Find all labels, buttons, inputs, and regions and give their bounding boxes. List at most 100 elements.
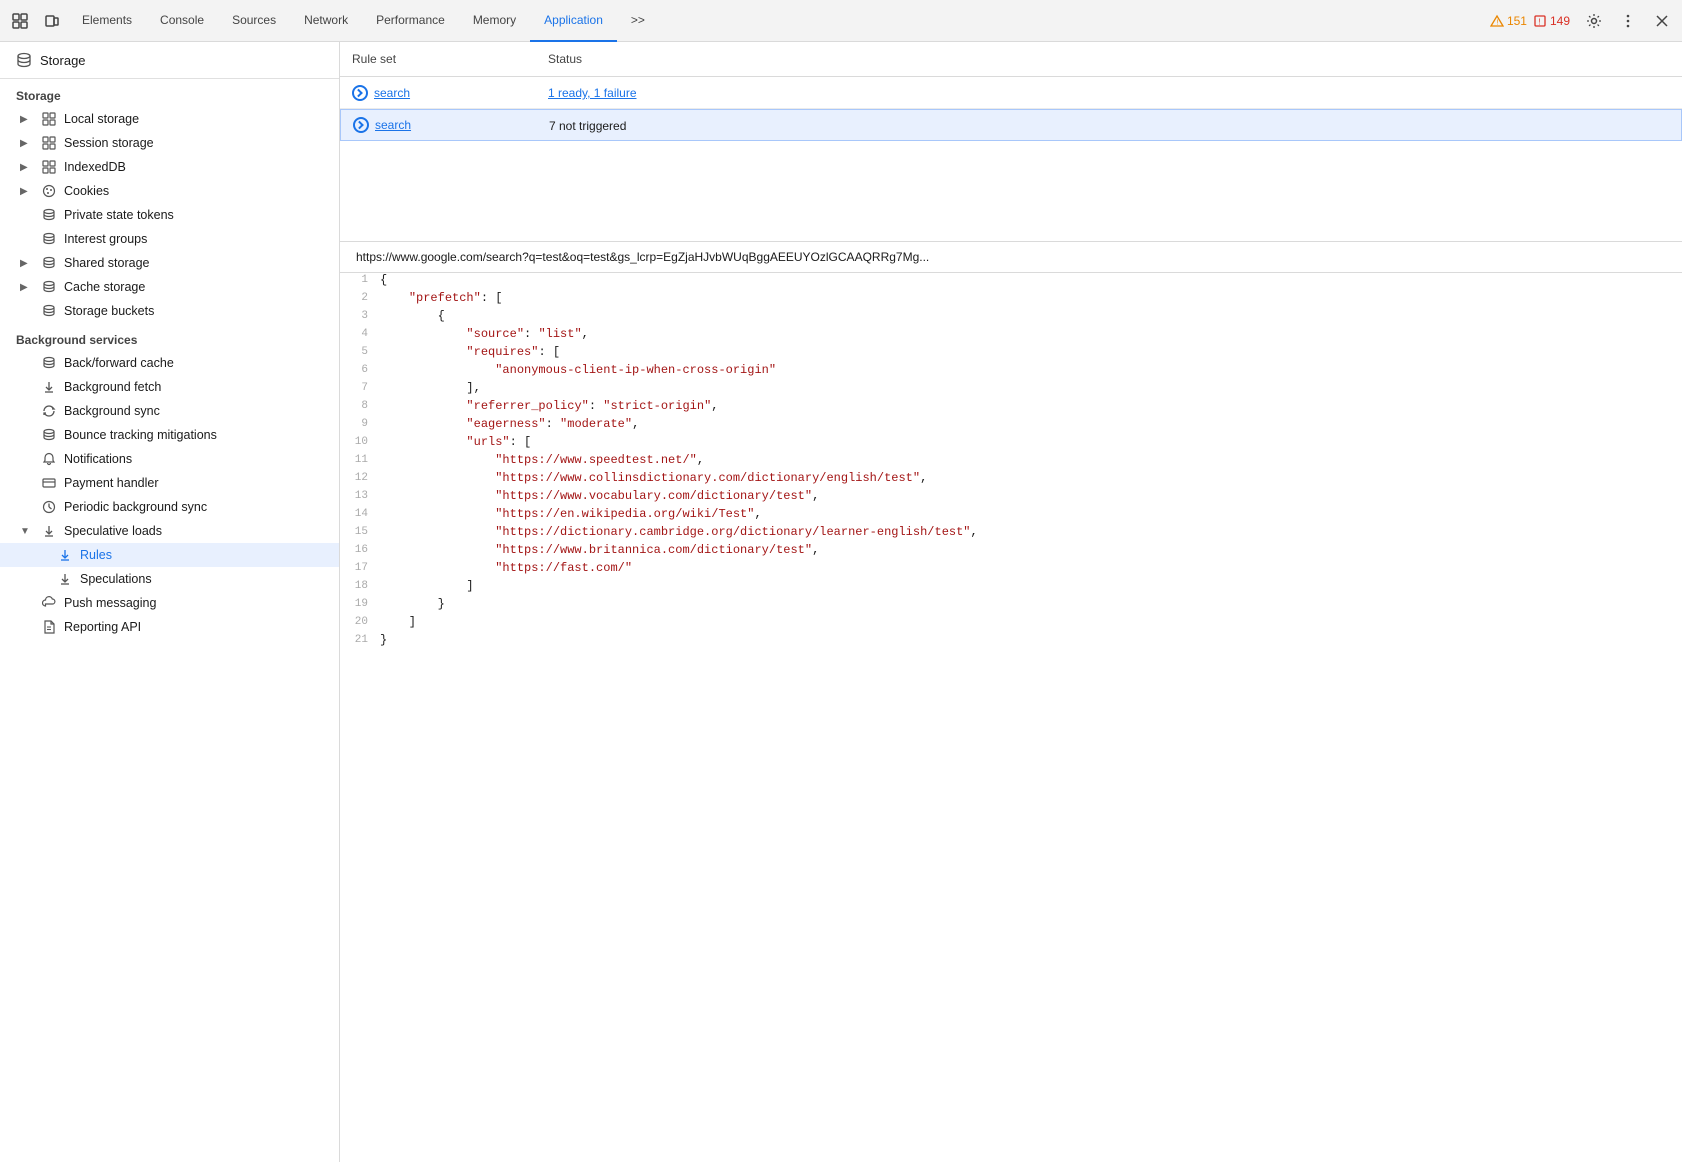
more-options-icon[interactable] <box>1612 5 1644 37</box>
sidebar-item-cache-storage[interactable]: ▶ Cache storage <box>0 275 339 299</box>
db-icon-8 <box>42 428 56 442</box>
code-line-21: 21 } <box>340 633 1682 651</box>
line-num-17: 17 <box>340 561 380 574</box>
sidebar-item-local-storage[interactable]: ▶ Local storage <box>0 107 339 131</box>
line-content-13: "https://www.vocabulary.com/dictionary/t… <box>380 489 1682 503</box>
sidebar-item-storage-buckets[interactable]: ▶ Storage buckets <box>0 299 339 323</box>
code-line-12: 12 "https://www.collinsdictionary.com/di… <box>340 471 1682 489</box>
line-content-8: "referrer_policy": "strict-origin", <box>380 399 1682 413</box>
line-num-16: 16 <box>340 543 380 556</box>
sidebar-item-indexeddb[interactable]: ▶ IndexedDB <box>0 155 339 179</box>
line-content-21: } <box>380 633 1682 647</box>
line-num-8: 8 <box>340 399 380 412</box>
sidebar-item-shared-storage[interactable]: ▶ Shared storage <box>0 251 339 275</box>
sidebar-item-back-forward-cache[interactable]: ▶ Back/forward cache <box>0 351 339 375</box>
row2-status-cell: 7 not triggered <box>541 114 1681 137</box>
row2-status-text: 7 not triggered <box>549 119 626 133</box>
sidebar-item-speculative-loads[interactable]: ▼ Speculative loads <box>0 519 339 543</box>
indexeddb-label: IndexedDB <box>64 160 126 174</box>
db-icon-5 <box>42 280 56 294</box>
line-content-14: "https://en.wikipedia.org/wiki/Test", <box>380 507 1682 521</box>
line-num-18: 18 <box>340 579 380 592</box>
warning-badge[interactable]: ! 151 <box>1490 14 1527 28</box>
tab-bar: Elements Console Sources Network Perform… <box>0 0 1682 42</box>
line-num-10: 10 <box>340 435 380 448</box>
row1-ruleset-cell: search <box>340 81 540 105</box>
sidebar-item-interest-groups[interactable]: ▶ Interest groups <box>0 227 339 251</box>
code-line-13: 13 "https://www.vocabulary.com/dictionar… <box>340 489 1682 507</box>
sidebar-item-session-storage[interactable]: ▶ Session storage <box>0 131 339 155</box>
sidebar-item-speculations[interactable]: ▶ Speculations <box>0 567 339 591</box>
code-line-6: 6 "anonymous-client-ip-when-cross-origin… <box>340 363 1682 381</box>
arrow-down-icon <box>42 380 56 394</box>
line-num-11: 11 <box>340 453 380 466</box>
sidebar-item-push-messaging[interactable]: ▶ Push messaging <box>0 591 339 615</box>
storage-section-label: Storage <box>0 79 339 107</box>
tab-network[interactable]: Network <box>290 0 362 42</box>
rules-label: Rules <box>80 548 112 562</box>
tab-performance[interactable]: Performance <box>362 0 459 42</box>
table-row[interactable]: search 1 ready, 1 failure <box>340 77 1682 109</box>
row2-ruleset-link[interactable]: search <box>375 118 411 132</box>
sidebar-item-periodic-bg-sync[interactable]: ▶ Periodic background sync <box>0 495 339 519</box>
line-content-5: "requires": [ <box>380 345 1682 359</box>
speculation-row2-icon <box>353 117 369 133</box>
code-panel: 1 { 2 "prefetch": [ 3 { 4 "source": "lis… <box>340 273 1682 1162</box>
sidebar-item-background-sync[interactable]: ▶ Background sync <box>0 399 339 423</box>
tab-elements[interactable]: Elements <box>68 0 146 42</box>
sidebar-storage-header: Storage <box>0 42 339 79</box>
code-line-20: 20 ] <box>340 615 1682 633</box>
periodic-bg-sync-label: Periodic background sync <box>64 500 207 514</box>
expand-arrow-indexeddb: ▶ <box>20 162 34 173</box>
back-forward-cache-label: Back/forward cache <box>64 356 174 370</box>
storage-buckets-label: Storage buckets <box>64 304 154 318</box>
storage-header-label: Storage <box>40 53 86 68</box>
code-line-9: 9 "eagerness": "moderate", <box>340 417 1682 435</box>
line-num-2: 2 <box>340 291 380 304</box>
line-num-20: 20 <box>340 615 380 628</box>
sidebar-item-notifications[interactable]: ▶ Notifications <box>0 447 339 471</box>
row1-ruleset-link[interactable]: search <box>374 86 410 100</box>
row1-status-text[interactable]: 1 ready, 1 failure <box>548 86 637 100</box>
db-icon-2 <box>42 208 56 222</box>
settings-icon[interactable] <box>1578 5 1610 37</box>
sidebar-item-background-fetch[interactable]: ▶ Background fetch <box>0 375 339 399</box>
session-storage-label: Session storage <box>64 136 154 150</box>
line-num-13: 13 <box>340 489 380 502</box>
device-toggle-icon[interactable] <box>36 5 68 37</box>
bg-section-label: Background services <box>0 323 339 351</box>
notifications-label: Notifications <box>64 452 132 466</box>
sidebar-item-bounce-tracking[interactable]: ▶ Bounce tracking mitigations <box>0 423 339 447</box>
right-icons <box>1578 5 1678 37</box>
line-num-4: 4 <box>340 327 380 340</box>
error-badge[interactable]: ! 149 <box>1533 14 1570 28</box>
tab-console[interactable]: Console <box>146 0 218 42</box>
clock-icon <box>42 500 56 514</box>
sidebar-item-reporting-api[interactable]: ▶ Reporting API <box>0 615 339 639</box>
sidebar-item-payment-handler[interactable]: ▶ Payment handler <box>0 471 339 495</box>
inspect-icon[interactable] <box>4 5 36 37</box>
code-line-5: 5 "requires": [ <box>340 345 1682 363</box>
db-icon-6 <box>42 304 56 318</box>
line-num-7: 7 <box>340 381 380 394</box>
line-content-19: } <box>380 597 1682 611</box>
close-icon[interactable] <box>1646 5 1678 37</box>
main-layout: Storage Storage ▶ Local storage ▶ <box>0 42 1682 1162</box>
sidebar-item-cookies[interactable]: ▶ Cookies <box>0 179 339 203</box>
tab-memory[interactable]: Memory <box>459 0 530 42</box>
table-row[interactable]: search 7 not triggered <box>340 109 1682 141</box>
line-num-6: 6 <box>340 363 380 376</box>
sidebar-item-private-state-tokens[interactable]: ▶ Private state tokens <box>0 203 339 227</box>
push-messaging-label: Push messaging <box>64 596 156 610</box>
expand-arrow-cookies: ▶ <box>20 186 34 197</box>
cache-storage-label: Cache storage <box>64 280 145 294</box>
speculation-row1-icon <box>352 85 368 101</box>
tab-application[interactable]: Application <box>530 0 617 42</box>
sidebar-item-rules[interactable]: ▶ Rules <box>0 543 339 567</box>
tab-overflow[interactable]: >> <box>617 0 659 42</box>
interest-groups-label: Interest groups <box>64 232 147 246</box>
row1-status-cell: 1 ready, 1 failure <box>540 81 1682 104</box>
line-content-4: "source": "list", <box>380 327 1682 341</box>
tab-sources[interactable]: Sources <box>218 0 290 42</box>
db-icon-7 <box>42 356 56 370</box>
